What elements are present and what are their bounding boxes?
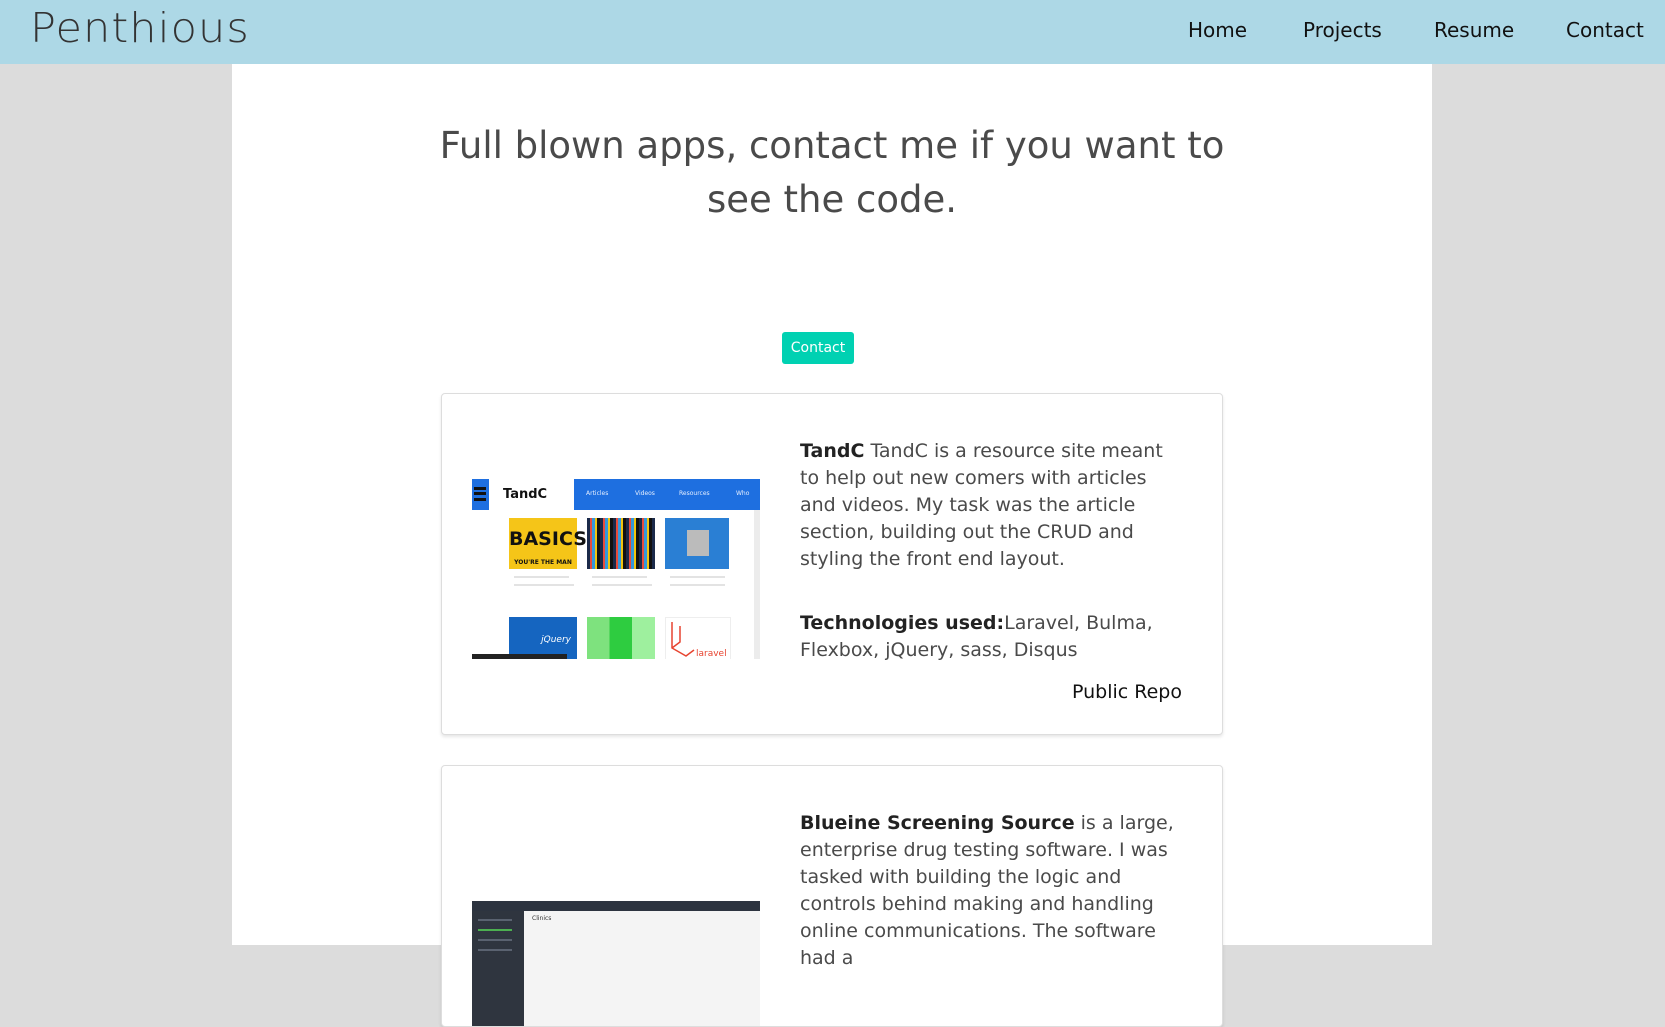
nav-resume[interactable]: Resume [1434, 18, 1514, 42]
green-tile [587, 617, 655, 659]
contact-button[interactable]: Contact [782, 332, 854, 364]
project-thumbnail[interactable]: Clinics [472, 901, 760, 1026]
tile-meta [670, 584, 725, 586]
project-card-blueine: Clinics Blueine Screening Source is a la… [441, 765, 1223, 1027]
tile-meta [514, 584, 574, 586]
nav-projects[interactable]: Projects [1303, 18, 1382, 42]
basics-tile-subtitle: YOU'RE THE MAN [514, 559, 572, 566]
project-description-text: is a large, enterprise drug testing soft… [800, 812, 1174, 969]
tile-meta [670, 576, 725, 578]
basics-tile-title: BASICS [509, 528, 587, 550]
code-tile [587, 518, 655, 569]
thumbnail-nav-item: Resources [679, 490, 710, 497]
project-description: Blueine Screening Source is a large, ent… [800, 810, 1180, 972]
nav-home[interactable]: Home [1188, 18, 1247, 42]
technologies-label: Technologies used: [800, 612, 1005, 634]
tile-meta [592, 576, 647, 578]
thumbnail-page-title: Clinics [532, 915, 552, 922]
project-card-tandc: TandC Articles Videos Resources Who BASI… [441, 393, 1223, 735]
sidebar-line [478, 929, 512, 931]
tile-meta [592, 584, 652, 586]
sidebar-line [478, 949, 512, 951]
puzzle-icon [687, 530, 709, 556]
thumbnail-sidebar [472, 911, 524, 1026]
thumbnail-nav-item: Articles [586, 490, 609, 497]
laravel-tile: laravel [665, 617, 731, 659]
main-content: Full blown apps, contact me if you want … [232, 64, 1432, 1027]
project-thumbnail[interactable]: TandC Articles Videos Resources Who BASI… [472, 479, 760, 659]
basics-tile: BASICS YOU'RE THE MAN [509, 518, 587, 569]
thumbnail-statusbar [472, 654, 567, 659]
thumbnail-nav-item: Who [736, 490, 750, 497]
thumbnail-logo: TandC [489, 479, 574, 510]
public-repo-link[interactable]: Public Repo [1072, 681, 1182, 703]
navbar: Penthious Home Projects Resume Contact [0, 0, 1665, 64]
project-technologies: Technologies used:Laravel, Bulma, Flexbo… [800, 610, 1180, 664]
thumbnail-scrollbar [754, 510, 760, 659]
tile-meta [514, 576, 569, 578]
brand-logo[interactable]: Penthious [30, 4, 250, 52]
sidebar-line [478, 939, 512, 941]
page-headline: Full blown apps, contact me if you want … [439, 124, 1225, 221]
thumbnail-nav-item: Videos [635, 490, 655, 497]
sidebar-line [478, 919, 512, 921]
laravel-label: laravel [696, 649, 727, 659]
laravel-icon: laravel [671, 622, 727, 659]
thumbnail-topbar [472, 901, 760, 911]
project-description: TandC TandC is a resource site meant to … [800, 438, 1180, 573]
project-name: Blueine Screening Source [800, 812, 1075, 834]
project-name: TandC [800, 440, 865, 462]
jquery-tile: jQuery [509, 617, 577, 659]
hamburger-icon [474, 487, 486, 501]
nav-contact[interactable]: Contact [1566, 18, 1644, 42]
puzzle-tile [665, 518, 729, 569]
